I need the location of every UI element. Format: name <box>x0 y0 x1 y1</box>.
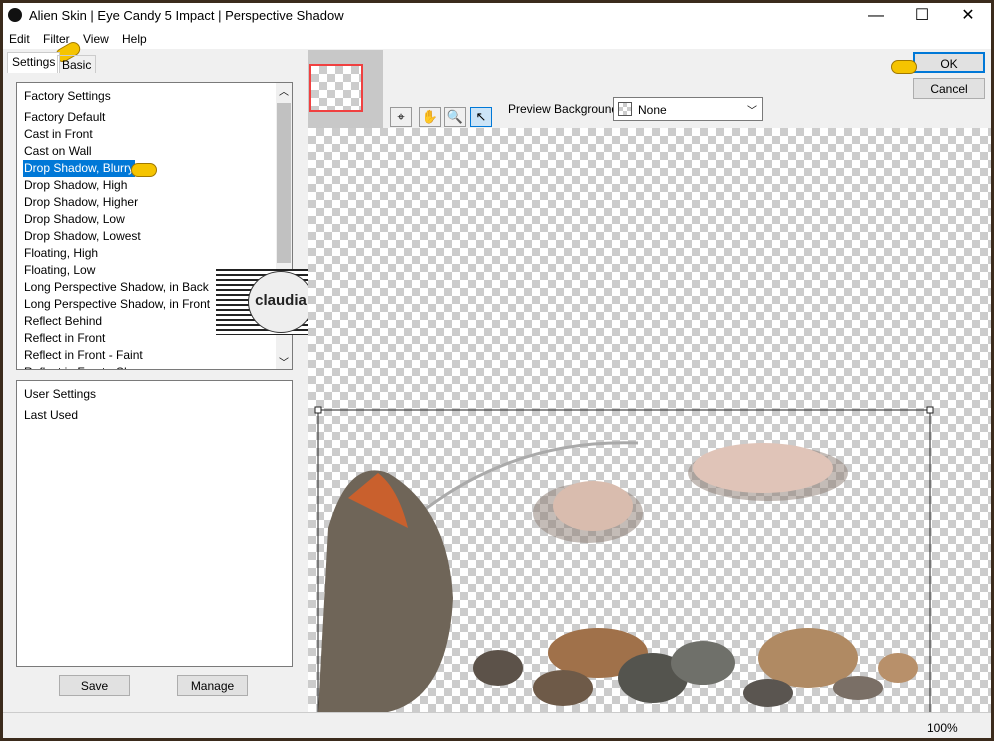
blossom <box>693 443 833 493</box>
stone <box>473 650 523 686</box>
list-item[interactable]: Drop Shadow, Low <box>23 211 126 228</box>
list-item[interactable]: Drop Shadow, Higher <box>23 194 139 211</box>
scroll-up-icon[interactable]: ︿ <box>276 83 292 98</box>
cancel-button[interactable]: Cancel <box>913 78 985 99</box>
user-settings-list: User Settings Last Used <box>16 380 293 667</box>
frame-handle <box>926 406 934 414</box>
scrollbar-thumb[interactable] <box>277 103 291 263</box>
preview-background-label: Preview Background: <box>508 102 622 116</box>
menu-edit[interactable]: Edit <box>9 32 30 46</box>
navigate-icon[interactable]: ⌖ <box>390 107 412 127</box>
stone <box>671 641 735 685</box>
save-button[interactable]: Save <box>59 675 130 696</box>
pointer-hand-icon <box>131 163 157 177</box>
menu-bar: Edit Filter View Help <box>3 29 991 49</box>
select-value: None <box>638 103 667 117</box>
navigator-thumbnail[interactable] <box>308 50 383 128</box>
list-item[interactable]: Drop Shadow, Blurry <box>23 160 136 177</box>
hand-icon[interactable]: ✋ <box>419 107 441 127</box>
menu-view[interactable]: View <box>83 32 109 46</box>
zoom-level: 100% <box>927 721 958 735</box>
list-item[interactable]: Long Perspective Shadow, in Front <box>23 296 211 313</box>
list-item[interactable]: Drop Shadow, Lowest <box>23 228 142 245</box>
maximize-button[interactable]: ☐ <box>899 3 945 29</box>
window-title: Alien Skin | Eye Candy 5 Impact | Perspe… <box>29 8 344 23</box>
scroll-down-icon[interactable]: ﹀ <box>276 354 292 369</box>
status-bar: 100% <box>3 712 991 738</box>
manage-button[interactable]: Manage <box>177 675 248 696</box>
frame-handle <box>314 406 322 414</box>
ok-button[interactable]: OK <box>913 52 985 73</box>
list-item[interactable]: Floating, High <box>23 245 99 262</box>
blossom <box>553 481 633 531</box>
list-item[interactable]: Cast in Front <box>23 126 94 143</box>
main-window: Alien Skin | Eye Candy 5 Impact | Perspe… <box>3 3 991 738</box>
list-item[interactable]: Reflect in Front - Sharp <box>23 364 149 369</box>
preview-background-select[interactable]: None ﹀ <box>613 97 763 121</box>
pointer-icon[interactable]: ↖ <box>470 107 492 127</box>
preview-image <box>314 406 934 712</box>
list-item[interactable]: Cast on Wall <box>23 143 93 160</box>
list-item[interactable]: Drop Shadow, High <box>23 177 128 194</box>
close-button[interactable]: ✕ <box>945 3 991 29</box>
zoom-icon[interactable]: 🔍 <box>444 107 466 127</box>
list-item[interactable]: Last Used <box>23 407 79 424</box>
minimize-button[interactable]: — <box>853 3 899 29</box>
list-item[interactable]: Long Perspective Shadow, in Back <box>23 279 210 296</box>
app-icon <box>8 8 22 22</box>
list-header: Factory Settings <box>24 89 111 103</box>
stone <box>833 676 883 700</box>
list-item[interactable]: Reflect in Front - Faint <box>23 347 144 364</box>
list-header: User Settings <box>24 387 97 401</box>
chevron-down-icon: ﹀ <box>747 106 757 117</box>
thumbnail-viewport[interactable] <box>309 64 363 112</box>
stone <box>743 679 793 707</box>
menu-help[interactable]: Help <box>122 32 147 46</box>
pointer-hand-icon <box>891 60 917 74</box>
title-bar: Alien Skin | Eye Candy 5 Impact | Perspe… <box>3 3 991 29</box>
list-item[interactable]: Reflect in Front <box>23 330 106 347</box>
preview-canvas[interactable] <box>308 128 991 712</box>
tab-settings[interactable]: Settings <box>7 52 61 73</box>
stone <box>533 670 593 706</box>
list-item[interactable]: Reflect Behind <box>23 313 103 330</box>
list-item[interactable]: Floating, Low <box>23 262 96 279</box>
stone <box>878 653 918 683</box>
tab-basic[interactable]: Basic <box>57 55 97 73</box>
list-item[interactable]: Factory Default <box>23 109 106 126</box>
